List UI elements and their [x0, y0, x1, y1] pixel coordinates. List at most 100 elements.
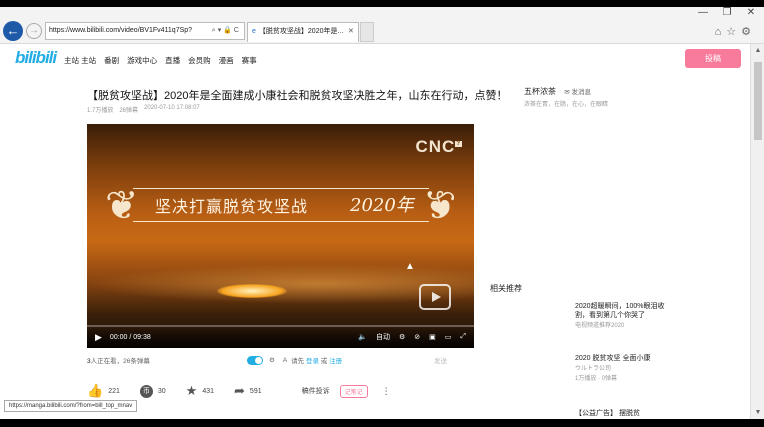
- video-title: 【脱贫攻坚战】2020年是全面建成小康社会和脱贫攻坚决胜之年，山东在行动，点赞！: [87, 90, 508, 102]
- live-viewers: 3人正在看，26条弹幕: [87, 355, 247, 365]
- volume-icon[interactable]: 🔈: [358, 333, 367, 341]
- view-count: 1.7万播放: [87, 108, 114, 114]
- nav-item-esports[interactable]: 赛事: [242, 55, 257, 66]
- coin-button[interactable]: 币 30: [139, 384, 166, 398]
- play-icon[interactable]: ▶: [95, 332, 102, 343]
- video-player[interactable]: CNC? ❦ ❦ 坚决打赢脱贫攻坚战 2020年 ▲ ▶ 00:00 / 09:…: [87, 124, 474, 348]
- cnc-watermark: CNC?: [415, 137, 462, 156]
- ie-icon: e: [252, 28, 256, 35]
- status-bar-url: https://manga.bilibili.com/?from=bill_to…: [4, 400, 138, 412]
- font-style-icon[interactable]: A: [283, 357, 287, 364]
- coin-count: 30: [157, 387, 166, 395]
- related-item-title[interactable]: 2020超暖瞬间，100%眼泪收割，看到第几个你哭了: [575, 302, 675, 320]
- picture-in-picture-icon[interactable]: ▣: [429, 333, 436, 341]
- send-danmaku-button[interactable]: 发送: [434, 355, 474, 365]
- nav-item-shop[interactable]: 会员购: [188, 55, 211, 66]
- share-button[interactable]: ➦ 591: [234, 383, 262, 399]
- author-description: 浓茶在胃，在肠，在心，在眼睛: [524, 102, 609, 108]
- or-text: 或: [320, 358, 328, 365]
- banner-line-top: [133, 188, 429, 189]
- address-bar[interactable]: https://www.bilibili.com/video/BV1Fv411q…: [45, 22, 245, 40]
- nav-item-live[interactable]: 直播: [165, 55, 180, 66]
- favorites-star-icon[interactable]: ☆: [726, 26, 741, 38]
- minimize-icon[interactable]: —: [696, 7, 710, 18]
- related-item-title[interactable]: 【公益广告】 摆脱贫: [575, 408, 640, 418]
- share-count: 591: [249, 387, 262, 395]
- laurel-left-icon: ❦: [105, 184, 139, 228]
- window-controls: — ❐ ✕: [696, 7, 758, 18]
- mouse-cursor-icon: ▲: [405, 261, 415, 272]
- nav-item-manga[interactable]: 漫画: [219, 55, 234, 66]
- close-icon[interactable]: ✕: [744, 7, 758, 18]
- message-button[interactable]: ✉ 发消息: [564, 89, 591, 96]
- site-nav: bilibili 主站 主站 番剧 游戏中心 直播 会员购 漫画 赛事 投稿: [0, 44, 750, 76]
- favorite-button[interactable]: ★ 431: [186, 383, 214, 399]
- slogan-text: 坚决打赢脱贫攻坚战: [155, 197, 309, 216]
- tab-title: 【脱贫攻坚战】2020年是...: [258, 28, 344, 35]
- star-icon: ★: [185, 383, 198, 398]
- sun: [217, 284, 287, 298]
- related-item-author[interactable]: 电视频道推荐2020: [575, 322, 675, 330]
- browser-tools: ⌂☆⚙: [715, 25, 756, 38]
- mail-icon: ✉: [564, 89, 572, 96]
- video-meta: 1.7万播放 26弹幕 2020-07-10 17:08:07: [87, 105, 200, 114]
- danmaku-settings-icon[interactable]: ⚙: [269, 356, 275, 364]
- scroll-thumb[interactable]: [754, 62, 762, 140]
- danmaku-bar: 3人正在看，26条弹幕 ⚙ A 请先 登录 或 注册 发送: [87, 352, 474, 368]
- danmaku-count: 26弹幕: [119, 108, 139, 114]
- share-arrow-icon: ➦: [234, 383, 245, 398]
- player-controls: ▶ 00:00 / 09:38 🔈 自动 ⚙ ⊘ ▣ ▭ ⤢: [87, 326, 474, 348]
- fullscreen-icon[interactable]: ⤢: [460, 333, 466, 341]
- settings-gear-icon[interactable]: ⚙: [741, 26, 756, 38]
- address-tools-icon[interactable]: ⌕▾🔒C: [212, 23, 244, 39]
- nav-item-games[interactable]: 游戏中心: [127, 55, 157, 66]
- back-button[interactable]: ←: [3, 21, 23, 41]
- upload-button[interactable]: 投稿: [685, 49, 741, 68]
- browser-window: — ❐ ✕ ← → https://www.bilibili.com/video…: [0, 7, 764, 419]
- author-name[interactable]: 五杯浓茶: [524, 87, 556, 96]
- related-item-title[interactable]: 2020 脱贫攻坚 全面小康: [575, 354, 685, 363]
- quality-auto[interactable]: 自动: [376, 332, 390, 342]
- note-button[interactable]: 记笔记: [339, 384, 368, 398]
- favorite-count: 431: [202, 387, 215, 395]
- playback-time: 00:00 / 09:38: [109, 333, 151, 341]
- widescreen-icon[interactable]: ▭: [445, 333, 452, 341]
- more-options-icon[interactable]: ⋮: [382, 386, 391, 397]
- browser-chrome: — ❐ ✕ ← → https://www.bilibili.com/video…: [0, 7, 764, 44]
- nav-item-anime[interactable]: 番剧: [104, 55, 119, 66]
- danmaku-input[interactable]: 请先 登录 或 注册: [291, 355, 434, 365]
- new-tab-button[interactable]: [360, 22, 374, 42]
- danmaku-off-icon[interactable]: ⊘: [414, 333, 420, 341]
- related-item[interactable]: 2020超暖瞬间，100%眼泪收割，看到第几个你哭了 电视频道推荐2020: [575, 302, 675, 330]
- related-item[interactable]: 2020 脱贫攻坚 全面小康 ウルトラ公司 1万播放 · 0弹幕: [575, 354, 685, 383]
- danmaku-toggle[interactable]: [247, 355, 263, 365]
- scroll-down-icon[interactable]: ▼: [751, 409, 764, 416]
- forward-button[interactable]: →: [26, 23, 42, 39]
- bilibili-logo[interactable]: bilibili: [15, 48, 57, 68]
- tab-close-icon[interactable]: ✕: [348, 23, 358, 42]
- thumbs-up-icon: 👍: [87, 383, 104, 398]
- publish-date: 2020-07-10 17:08:07: [144, 105, 200, 111]
- register-link[interactable]: 注册: [329, 358, 342, 365]
- author-info: 五杯浓茶 ✉ 发消息: [524, 86, 591, 97]
- related-item-author[interactable]: ウルトラ公司: [575, 365, 685, 373]
- danmaku-hint: 请先: [291, 358, 305, 365]
- sky-glow: [87, 264, 474, 304]
- scroll-up-icon[interactable]: ▲: [751, 47, 764, 54]
- login-link[interactable]: 登录: [306, 358, 319, 365]
- viewer-text: 人正在看，26条弹幕: [90, 358, 150, 365]
- browser-tab[interactable]: e 【脱贫攻坚战】2020年是... ✕: [247, 22, 359, 42]
- related-heading: 相关推荐: [490, 284, 522, 293]
- bilibili-tv-play-icon[interactable]: [419, 284, 451, 310]
- page-scrollbar[interactable]: ▲ ▼: [750, 44, 764, 419]
- banner-line-bottom: [133, 221, 429, 222]
- report-link[interactable]: 稿件投诉: [302, 386, 330, 396]
- video-actions: 👍 221 币 30 ★ 431 ➦ 591 稿件投诉 记笔记 ⋮: [87, 381, 477, 401]
- home-icon[interactable]: ⌂: [715, 26, 727, 38]
- laurel-right-icon: ❦: [423, 184, 457, 228]
- settings-icon[interactable]: ⚙: [399, 333, 405, 341]
- nav-item-main[interactable]: 主站 主站: [64, 55, 96, 66]
- like-button[interactable]: 👍 221: [87, 383, 120, 399]
- restore-icon[interactable]: ❐: [720, 7, 734, 18]
- slogan-year: 2020年: [350, 195, 414, 216]
